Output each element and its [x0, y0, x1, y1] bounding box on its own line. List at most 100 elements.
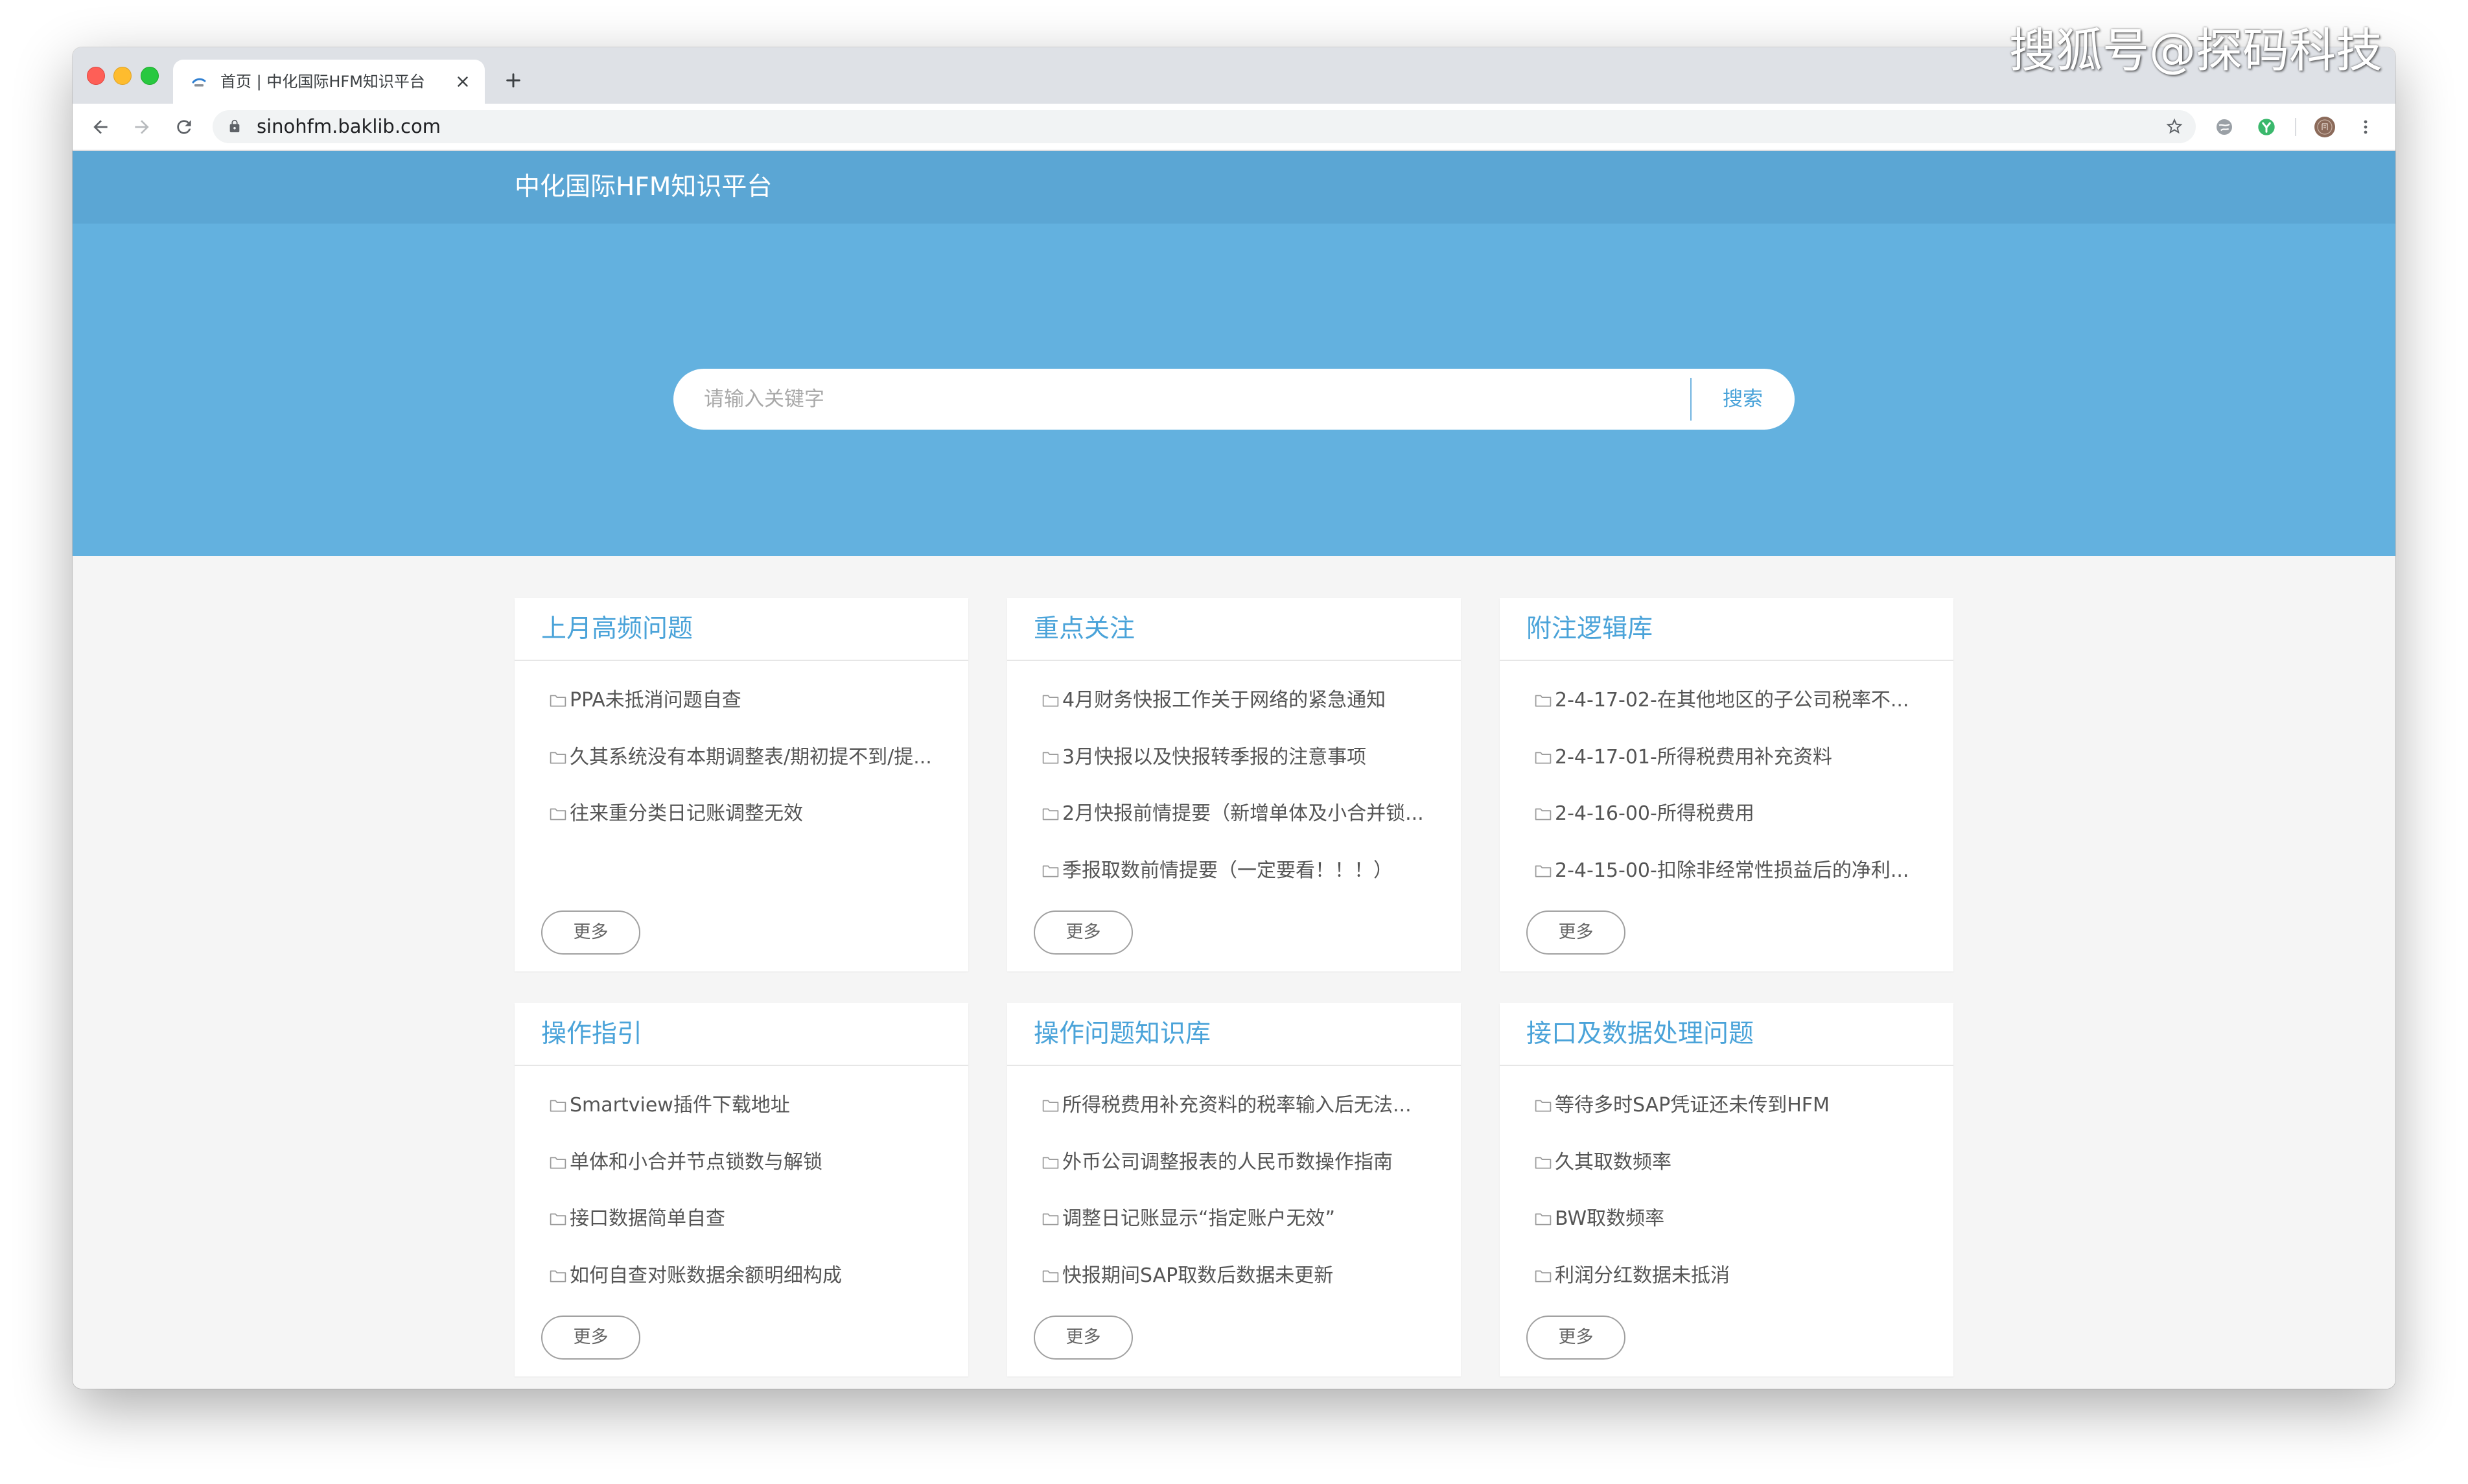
list-item[interactable]: 2-4-15-00-扣除非经常性损益后的净利...: [1500, 842, 1953, 899]
reload-button[interactable]: [174, 117, 194, 137]
card-title[interactable]: 操作指引: [541, 1003, 642, 1065]
list-item[interactable]: 久其取数频率: [1500, 1134, 1953, 1191]
minimize-window-button[interactable]: [113, 67, 132, 85]
site-title[interactable]: 中化国际HFM知识平台: [515, 151, 772, 224]
plus-icon: [506, 73, 520, 87]
folder-icon: [1535, 695, 1552, 707]
new-tab-button[interactable]: [503, 70, 524, 91]
category-card: 操作指引 Smartview插件下载地址 单体和小合并节点锁数与解锁 接口数据简…: [515, 1003, 968, 1376]
list-item[interactable]: 久其系统没有本期调整表/期初提不到/提...: [515, 729, 968, 786]
search-box: 搜索: [673, 369, 1795, 430]
url-text[interactable]: sinohfm.baklib.com: [257, 110, 441, 143]
list-item[interactable]: 2-4-16-00-所得税费用: [1500, 785, 1953, 842]
list-item-label: 单体和小合并节点锁数与解锁: [570, 1150, 822, 1174]
address-bar[interactable]: sinohfm.baklib.com: [213, 110, 2196, 143]
browser-tab[interactable]: 首页 | 中化国际HFM知识平台: [173, 60, 485, 104]
extension-globe-icon: [2217, 119, 2232, 135]
content-area: 上月高频问题 PPA未抵消问题自查 久其系统没有本期调整表/期初提不到/提...…: [73, 556, 2395, 1389]
category-card: 接口及数据处理问题 等待多时SAP凭证还未传到HFM 久其取数频率 BW取数频率: [1500, 1003, 1953, 1376]
folder-icon: [1042, 808, 1059, 820]
card-item-list: 4月财务快报工作关于网络的紧急通知 3月快报以及快报转季报的注意事项 2月快报前…: [1007, 672, 1461, 899]
list-item-label: 2-4-17-01-所得税费用补充资料: [1555, 745, 1832, 769]
card-title[interactable]: 接口及数据处理问题: [1526, 1003, 1754, 1065]
list-item[interactable]: 外币公司调整报表的人民币数操作指南: [1007, 1134, 1461, 1191]
folder-icon: [550, 1157, 566, 1169]
folder-icon: [1042, 695, 1059, 707]
list-item[interactable]: 季报取数前情提要（一定要看！！！）: [1007, 842, 1461, 899]
folder-icon: [1535, 1157, 1552, 1169]
list-item[interactable]: 利润分红数据未抵消: [1500, 1247, 1953, 1304]
list-item[interactable]: BW取数频率: [1500, 1190, 1953, 1247]
card-item-list: 2-4-17-02-在其他地区的子公司税率不... 2-4-17-01-所得税费…: [1500, 672, 1953, 899]
list-item-label: 季报取数前情提要（一定要看！！！）: [1062, 859, 1393, 882]
more-button[interactable]: 更多: [541, 910, 640, 955]
folder-icon: [550, 1100, 566, 1112]
list-item[interactable]: 2-4-17-01-所得税费用补充资料: [1500, 729, 1953, 786]
tab-close-button[interactable]: [454, 73, 471, 90]
list-item[interactable]: PPA未抵消问题自查: [515, 672, 968, 729]
star-icon: [2166, 118, 2183, 134]
list-item-label: 接口数据简单自查: [570, 1207, 725, 1230]
lock-icon[interactable]: [227, 119, 242, 133]
list-item-label: 往来重分类日记账调整无效: [570, 802, 803, 825]
chrome-menu-button[interactable]: [2358, 117, 2373, 137]
category-card: 操作问题知识库 所得税费用补充资料的税率输入后无法... 外币公司调整报表的人民…: [1007, 1003, 1461, 1376]
list-item[interactable]: 2-4-17-02-在其他地区的子公司税率不...: [1500, 672, 1953, 729]
list-item[interactable]: 如何自查对账数据余额明细构成: [515, 1247, 968, 1304]
card-title[interactable]: 重点关注: [1034, 598, 1135, 660]
list-item-label: 等待多时SAP凭证还未传到HFM: [1555, 1094, 1830, 1117]
extension-button-1[interactable]: [2214, 117, 2235, 137]
extension-button-2[interactable]: [2256, 117, 2277, 137]
card-title[interactable]: 上月高频问题: [541, 598, 693, 660]
more-button[interactable]: 更多: [541, 1316, 640, 1360]
category-card: 上月高频问题 PPA未抵消问题自查 久其系统没有本期调整表/期初提不到/提...…: [515, 598, 968, 971]
more-button[interactable]: 更多: [1034, 1316, 1133, 1360]
list-item[interactable]: 单体和小合并节点锁数与解锁: [515, 1134, 968, 1191]
card-divider: [515, 660, 968, 661]
card-divider: [1007, 660, 1461, 661]
card-item-list: PPA未抵消问题自查 久其系统没有本期调整表/期初提不到/提... 往来重分类日…: [515, 672, 968, 842]
more-button[interactable]: 更多: [1526, 1316, 1625, 1360]
list-item[interactable]: 2月快报前情提要（新增单体及小合并锁...: [1007, 785, 1461, 842]
folder-icon: [1535, 1100, 1552, 1112]
list-item[interactable]: 4月财务快报工作关于网络的紧急通知: [1007, 672, 1461, 729]
card-item-list: 等待多时SAP凭证还未传到HFM 久其取数频率 BW取数频率 利润分红数据未抵消: [1500, 1077, 1953, 1304]
back-button[interactable]: [90, 117, 111, 137]
list-item[interactable]: 接口数据简单自查: [515, 1190, 968, 1247]
folder-icon: [1535, 865, 1552, 877]
folder-icon: [1042, 1157, 1059, 1169]
card-title[interactable]: 附注逻辑库: [1526, 598, 1653, 660]
card-title[interactable]: 操作问题知识库: [1034, 1003, 1211, 1065]
more-button[interactable]: 更多: [1526, 910, 1625, 955]
close-window-button[interactable]: [87, 67, 105, 85]
arrow-right-icon: [135, 120, 149, 134]
reload-icon: [177, 120, 191, 134]
folder-icon: [550, 1213, 566, 1225]
list-item-label: 快报期间SAP取数后数据未更新: [1062, 1264, 1334, 1287]
folder-icon: [1535, 808, 1552, 820]
search-divider: [1690, 378, 1692, 421]
more-button[interactable]: 更多: [1034, 910, 1133, 955]
list-item[interactable]: Smartview插件下载地址: [515, 1077, 968, 1134]
folder-icon: [1535, 1270, 1552, 1282]
list-item[interactable]: 调整日记账显示“指定账户无效”: [1007, 1190, 1461, 1247]
list-item[interactable]: 所得税费用补充资料的税率输入后无法...: [1007, 1077, 1461, 1134]
address-bar-row: sinohfm.baklib.com: [73, 104, 2395, 151]
folder-icon: [550, 695, 566, 707]
list-item[interactable]: 快报期间SAP取数后数据未更新: [1007, 1247, 1461, 1304]
list-item[interactable]: 往来重分类日记账调整无效: [515, 785, 968, 842]
zoom-window-button[interactable]: [141, 67, 159, 85]
list-item-label: 2-4-15-00-扣除非经常性损益后的净利...: [1555, 859, 1909, 882]
list-item[interactable]: 等待多时SAP凭证还未传到HFM: [1500, 1077, 1953, 1134]
bookmark-star-button[interactable]: [2165, 117, 2184, 136]
list-item[interactable]: 3月快报以及快报转季报的注意事项: [1007, 729, 1461, 786]
forward-button[interactable]: [132, 117, 152, 137]
extension-check-icon: [2258, 119, 2275, 135]
search-input[interactable]: [704, 369, 1663, 430]
search-button[interactable]: 搜索: [1694, 369, 1791, 430]
list-item-label: Smartview插件下载地址: [570, 1094, 790, 1117]
profile-avatar[interactable]: [2314, 116, 2336, 138]
category-card: 附注逻辑库 2-4-17-02-在其他地区的子公司税率不... 2-4-17-0…: [1500, 598, 1953, 971]
watermark: 搜狐号@探码科技: [2009, 23, 2383, 78]
folder-icon: [550, 752, 566, 764]
